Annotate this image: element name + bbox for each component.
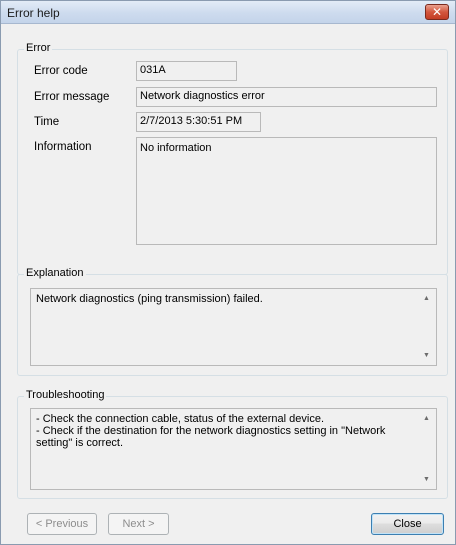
scroll-up-arrow-icon[interactable]: ▲ (418, 410, 435, 427)
error-message-field[interactable]: Network diagnostics error (136, 87, 437, 107)
scroll-down-arrow-icon[interactable]: ▼ (418, 347, 435, 364)
explanation-textarea[interactable]: Network diagnostics (ping transmission) … (30, 288, 437, 366)
troubleshooting-textarea[interactable]: - Check the connection cable, status of … (30, 408, 437, 490)
explanation-group: Explanation Network diagnostics (ping tr… (17, 267, 448, 376)
error-group: Error Error code 031A Error message Netw… (17, 42, 448, 275)
scroll-down-arrow-icon[interactable]: ▼ (418, 471, 435, 488)
time-label: Time (34, 116, 60, 128)
information-field[interactable]: No information (136, 137, 437, 245)
troubleshooting-line: - Check the connection cable, status of … (36, 413, 324, 425)
close-button[interactable]: Close (371, 513, 444, 535)
troubleshooting-group-title: Troubleshooting (24, 389, 107, 401)
troubleshooting-scrollbar[interactable]: ▲ ▼ (418, 410, 435, 488)
window-title: Error help (7, 6, 60, 20)
information-text: No information (140, 142, 212, 154)
dialog-body: Error Error code 031A Error message Netw… (7, 29, 449, 539)
error-code-label: Error code (34, 65, 88, 77)
title-bar[interactable]: Error help ✕ (1, 1, 455, 24)
explanation-group-title: Explanation (24, 267, 86, 279)
troubleshooting-line: setting" is correct. (36, 437, 124, 449)
error-code-field[interactable]: 031A (136, 61, 237, 81)
troubleshooting-group: Troubleshooting - Check the connection c… (17, 389, 448, 499)
time-field[interactable]: 2/7/2013 5:30:51 PM (136, 112, 261, 132)
error-help-window: Error help ✕ Error Error code 031A Error… (0, 0, 456, 545)
next-button[interactable]: Next > (108, 513, 169, 535)
troubleshooting-line: - Check if the destination for the netwo… (36, 425, 386, 437)
explanation-text: Network diagnostics (ping transmission) … (36, 293, 263, 305)
previous-button[interactable]: < Previous (27, 513, 97, 535)
troubleshooting-text: - Check the connection cable, status of … (36, 413, 414, 449)
error-group-title: Error (24, 42, 53, 54)
explanation-scrollbar[interactable]: ▲ ▼ (418, 290, 435, 364)
scroll-up-arrow-icon[interactable]: ▲ (418, 290, 435, 307)
information-label: Information (34, 141, 92, 153)
error-message-label: Error message (34, 91, 110, 103)
close-window-button[interactable]: ✕ (425, 4, 449, 20)
